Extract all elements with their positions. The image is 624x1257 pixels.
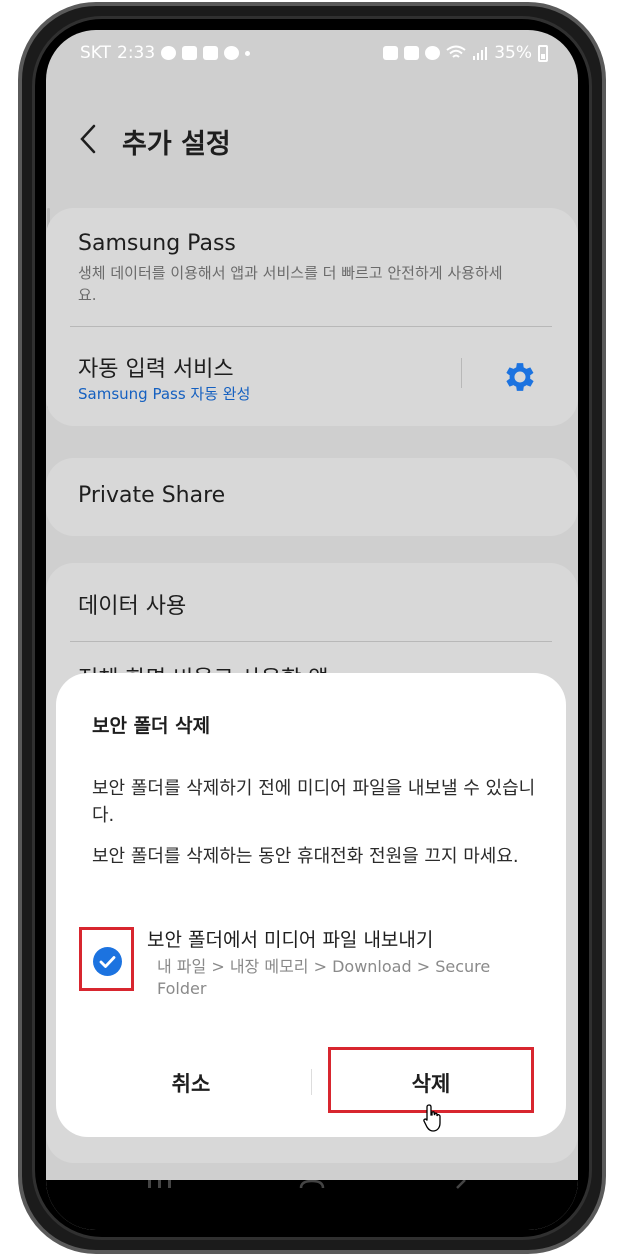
export-media-label[interactable]: 보안 폴더에서 미디어 파일 내보내기 — [147, 925, 433, 952]
status-right: 35% — [383, 43, 548, 63]
battery-icon — [538, 44, 548, 62]
gear-icon[interactable] — [501, 358, 539, 396]
battery-percent: 35% — [494, 43, 532, 63]
export-path: 내 파일 > 내장 메모리 > Download > Secure Folder — [157, 957, 491, 998]
divider — [70, 326, 552, 327]
back-nav-icon[interactable] — [451, 1180, 471, 1190]
settings-card-pass: Samsung Pass 생체 데이터를 이용해서 앱과 서비스를 더 빠르고 … — [46, 208, 578, 426]
autofill-subtitle: Samsung Pass 자동 완성 — [78, 385, 251, 403]
alarm-icon — [425, 46, 441, 60]
lock-status-icon — [404, 46, 420, 60]
status-bar: SKT 2:33 35% — [46, 30, 578, 78]
divider — [70, 641, 552, 642]
private-share-title[interactable]: Private Share — [78, 483, 225, 508]
autofill-title[interactable]: 자동 입력 서비스 — [78, 351, 234, 383]
navigation-bar — [46, 1180, 578, 1230]
data-usage-title[interactable]: 데이터 사용 — [78, 588, 186, 620]
folder-notification-icon — [182, 46, 198, 60]
vertical-separator — [461, 358, 462, 388]
wifi-icon — [446, 45, 466, 58]
signal-icon — [473, 47, 488, 60]
hand-cursor-icon — [423, 1104, 441, 1132]
carrier: SKT — [80, 43, 112, 63]
app-notification-icon — [203, 46, 219, 60]
dialog-title: 보안 폴더 삭제 — [92, 715, 211, 737]
delete-secure-folder-dialog: 보안 폴더 삭제 보안 폴더를 삭제하기 전에 미디어 파일을 내보낼 수 있습… — [56, 673, 566, 1137]
home-icon[interactable] — [298, 1180, 326, 1190]
back-arrow-icon[interactable] — [74, 122, 104, 156]
ap-notification-icon — [224, 46, 240, 60]
samsung-pass-title[interactable]: Samsung Pass — [78, 231, 236, 256]
cancel-button[interactable]: 취소 — [86, 1055, 296, 1111]
dialog-message-power: 보안 폴더를 삭제하는 동안 휴대전화 전원을 끄지 마세요. — [92, 846, 519, 867]
dialog-message-export: 보안 폴더를 삭제하기 전에 미디어 파일을 내보낼 수 있습니다. — [92, 778, 536, 826]
samsung-pass-subtitle: 생체 데이터를 이용해서 앱과 서비스를 더 빠르고 안전하게 사용하세요. — [78, 264, 503, 304]
recent-apps-icon[interactable] — [146, 1180, 174, 1190]
app-header: 추가 설정 — [46, 110, 578, 170]
status-left: SKT 2:33 — [80, 43, 251, 63]
clock: 2:33 — [117, 43, 156, 63]
button-separator — [311, 1069, 312, 1095]
screen: SKT 2:33 35% 추가 설정 Samsung Pass 생체 데이터를 … — [46, 30, 578, 1230]
checkmark-icon — [99, 956, 116, 968]
secure-folder-status-icon — [383, 46, 399, 60]
export-media-checkbox[interactable] — [93, 947, 122, 976]
page-title: 추가 설정 — [122, 129, 231, 160]
more-notifications-dot-icon — [245, 50, 251, 56]
talk-notification-icon — [161, 46, 177, 60]
settings-card-private-share: Private Share — [46, 458, 578, 536]
